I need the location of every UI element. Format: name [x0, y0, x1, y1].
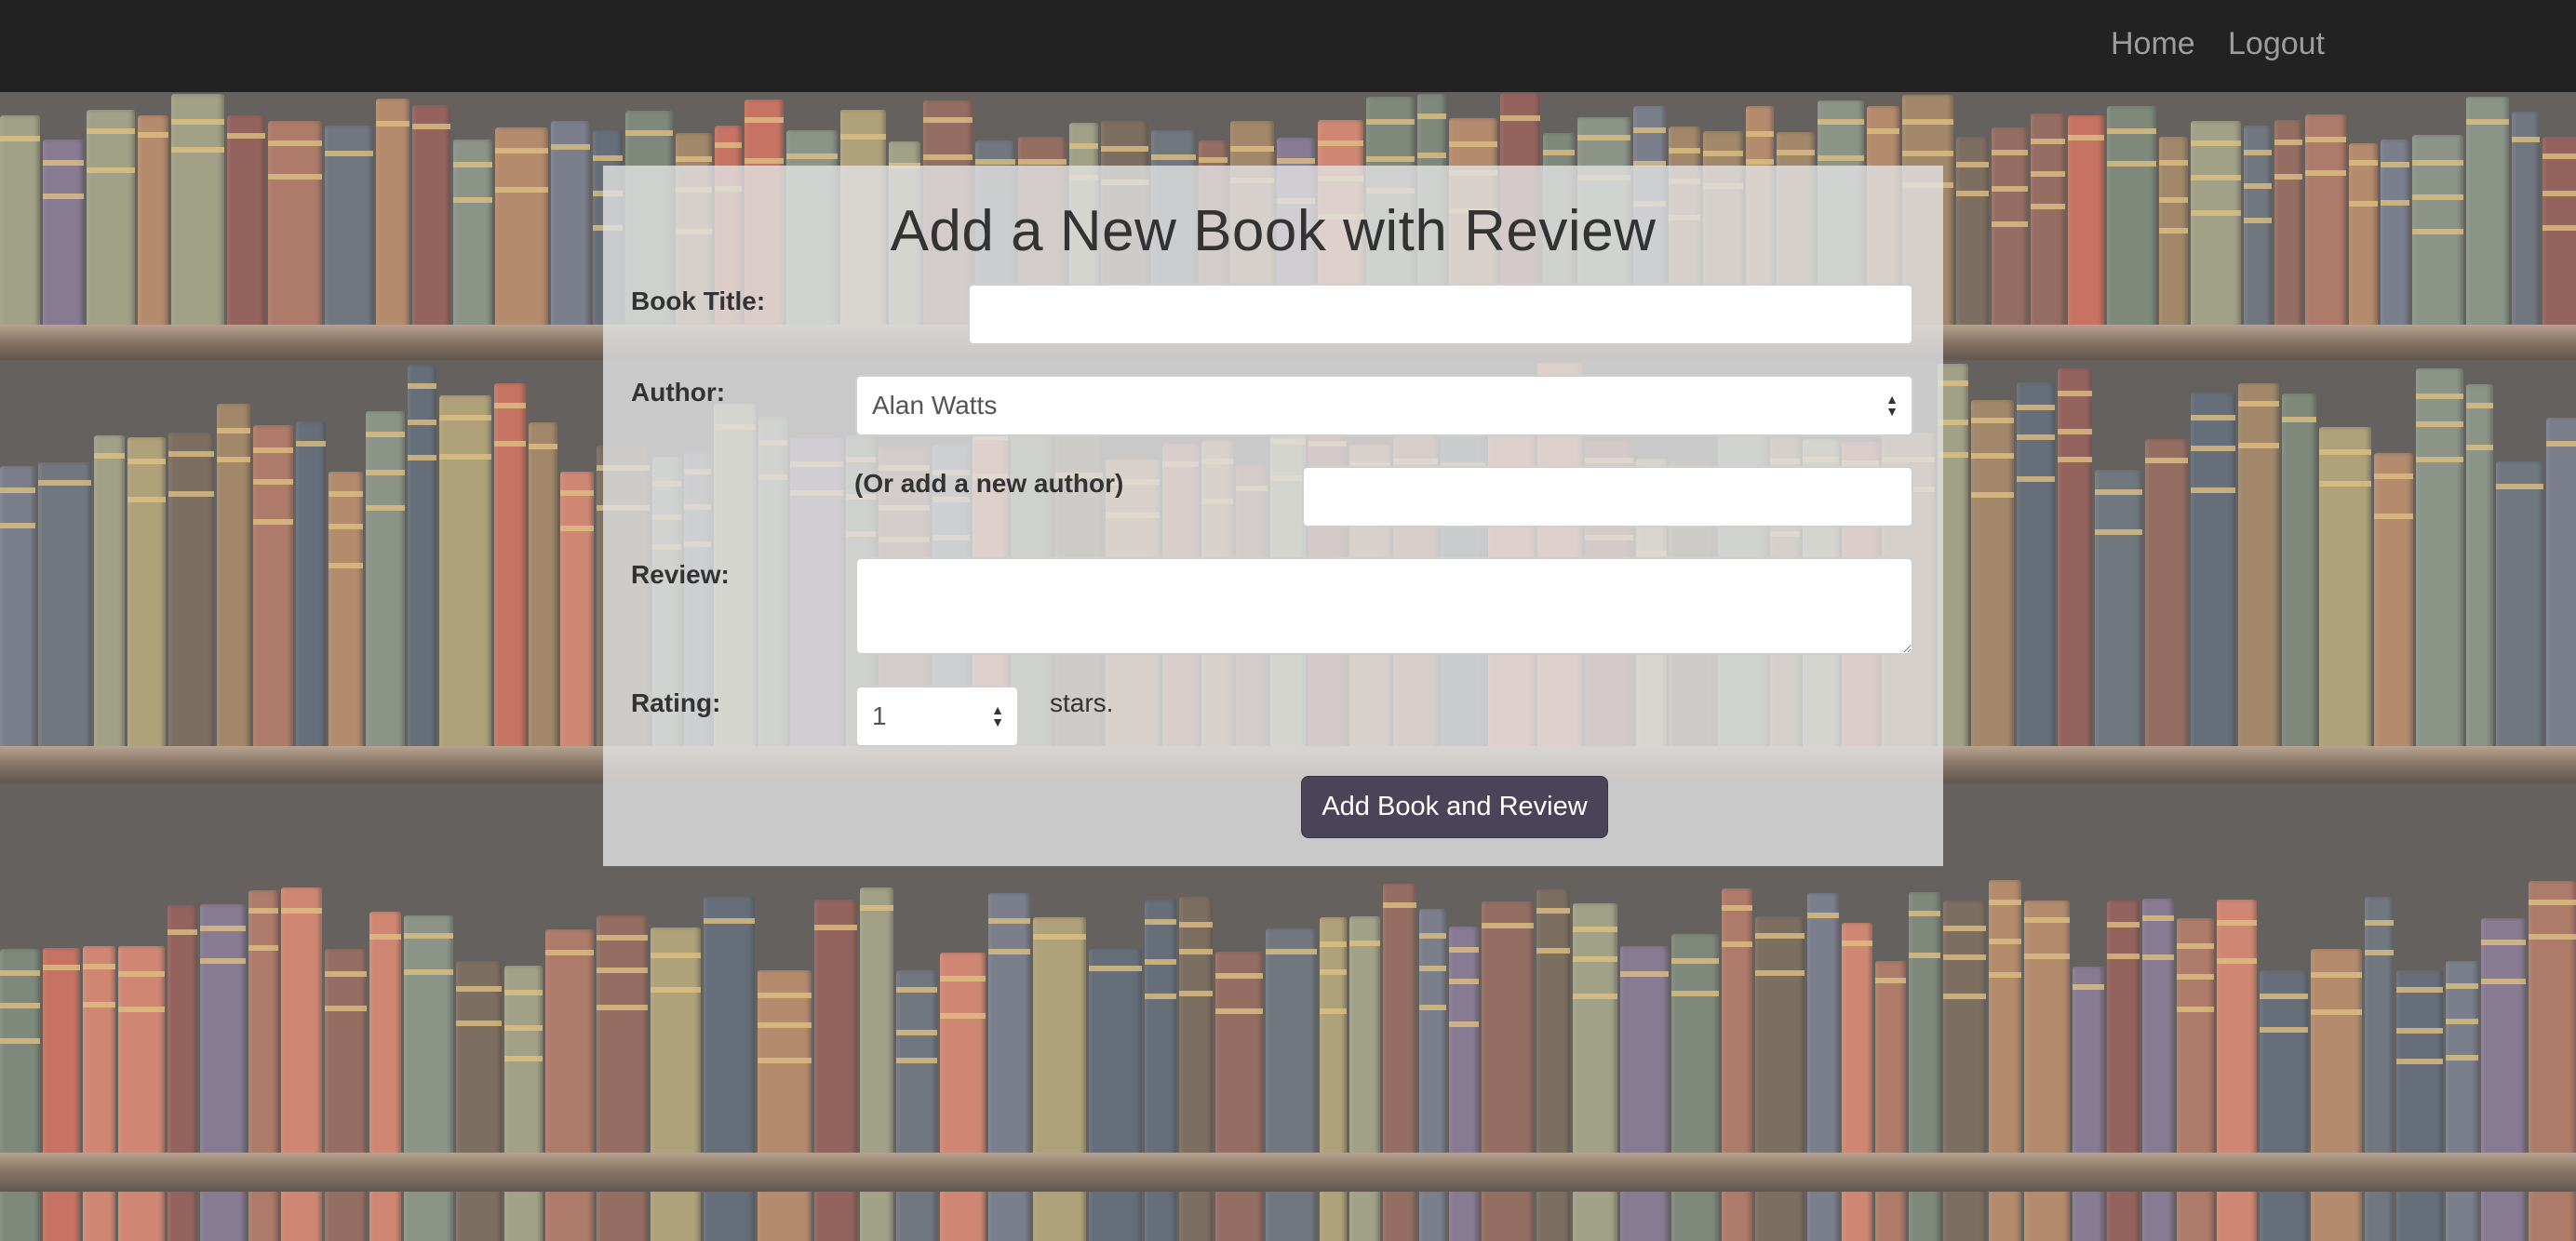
rating-select-value: 1 [872, 701, 887, 730]
page-title: Add a New Book with Review [890, 199, 1657, 263]
nav-logout-link[interactable]: Logout [2228, 0, 2325, 92]
add-book-form-panel: Add a New Book with Review Book Title: A… [603, 166, 1943, 866]
rating-select[interactable]: 1 ▲ ▼ [855, 686, 1019, 747]
book-title-label: Book Title: [631, 287, 766, 315]
nav-home-link[interactable]: Home [2111, 0, 2195, 92]
add-book-and-review-button[interactable]: Add Book and Review [1301, 776, 1608, 838]
author-select[interactable]: Alan Watts ▲ ▼ [855, 375, 1913, 436]
new-author-input[interactable] [1302, 466, 1913, 527]
review-textarea[interactable] [855, 557, 1913, 655]
top-navbar: Home Logout [0, 0, 2576, 92]
author-select-value: Alan Watts [872, 391, 998, 420]
review-label: Review: [631, 560, 730, 589]
new-author-label: (Or add a new author) [854, 469, 1124, 498]
author-label: Author: [631, 378, 726, 407]
rating-label: Rating: [631, 688, 721, 717]
rating-suffix: stars. [1050, 688, 1114, 717]
updown-arrows-icon: ▲ ▼ [991, 702, 1004, 729]
book-title-input[interactable] [968, 284, 1913, 345]
updown-arrows-icon: ▲ ▼ [1885, 392, 1898, 419]
